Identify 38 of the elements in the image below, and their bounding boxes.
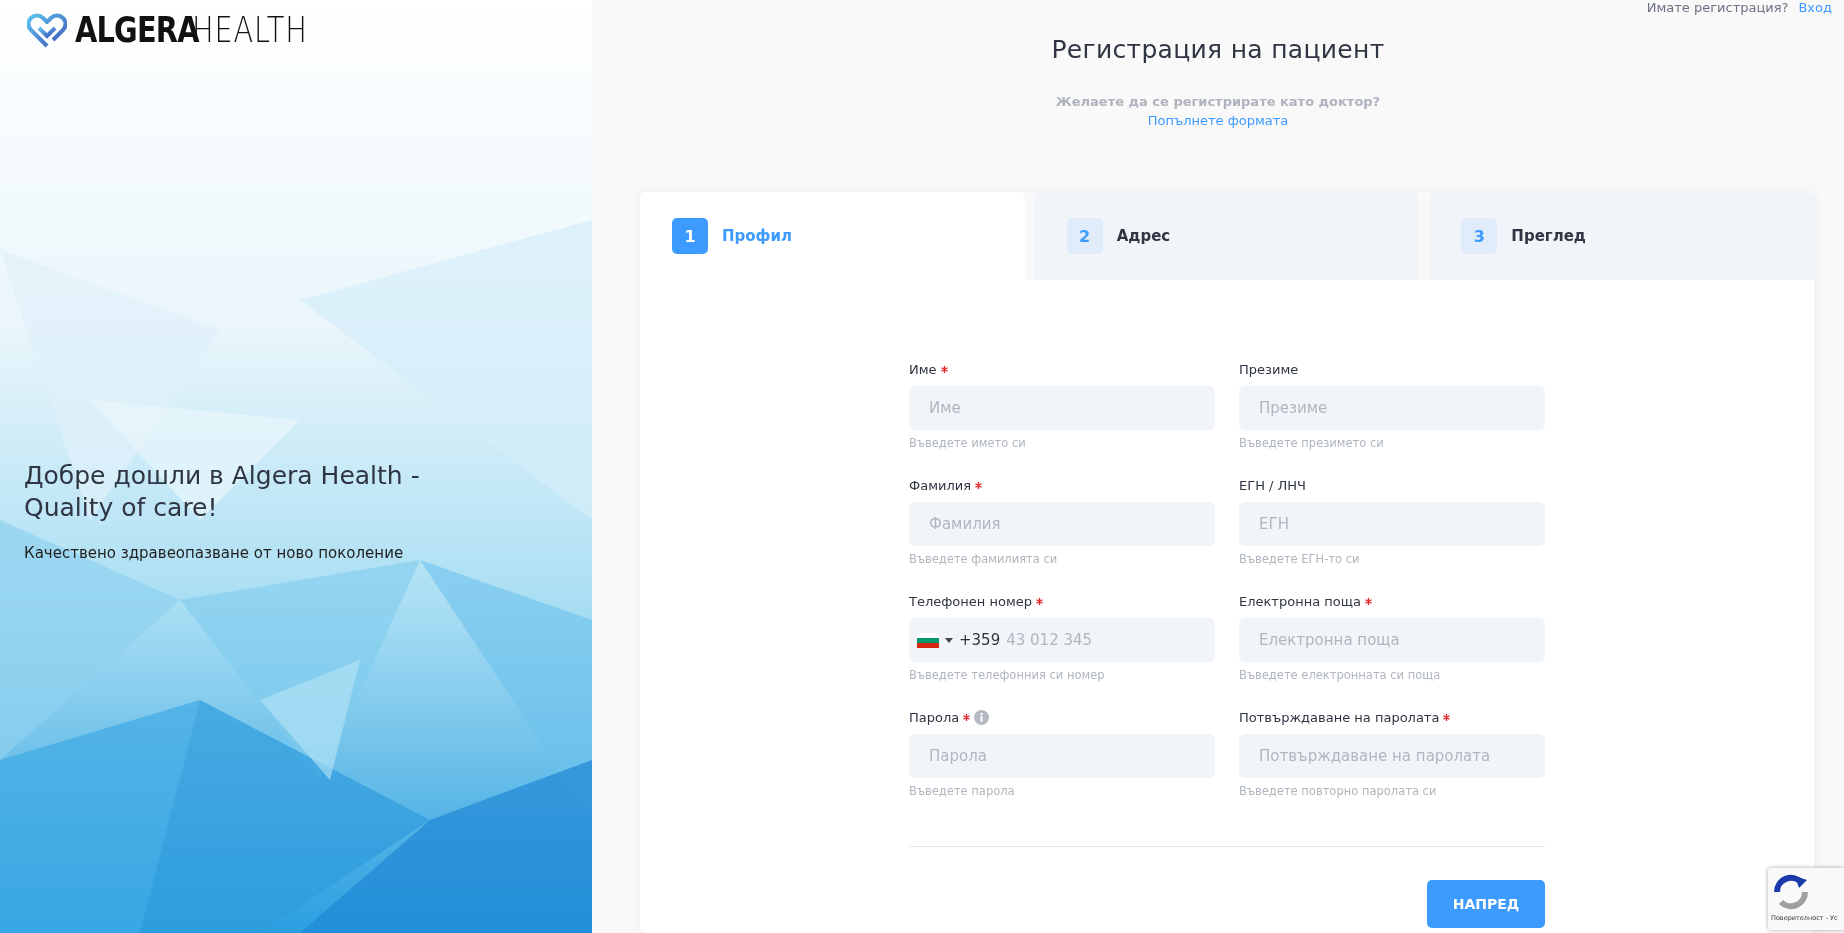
- flag-icon[interactable]: [917, 632, 939, 648]
- text-field[interactable]: Парола: [909, 734, 1215, 778]
- text-field[interactable]: ЕГН: [1239, 502, 1545, 546]
- field-label: Телефонен номер: [909, 593, 1032, 609]
- phone-number-input[interactable]: 43 012 345: [1006, 620, 1207, 660]
- caret-icon[interactable]: [945, 637, 953, 643]
- field-label: ЕГН / ЛНЧ: [1239, 477, 1307, 493]
- heart-logo-icon: [27, 12, 67, 48]
- field-hint: Въведете ЕГН-то си: [1239, 552, 1361, 566]
- step-tab[interactable]: 2 Адрес: [1034, 192, 1420, 280]
- step-tab[interactable]: 3 Преглед: [1429, 192, 1814, 280]
- field-hint: Въведете телефонния си номер: [909, 668, 1106, 682]
- page-title: Регистрация на пациент: [1050, 35, 1386, 64]
- doctor-question: Желаете да се регистрирате като доктор?: [1055, 94, 1381, 109]
- dial-code: +359: [959, 631, 1001, 649]
- text-field[interactable]: Презиме: [1239, 386, 1545, 430]
- text-field[interactable]: Електронна поща: [1239, 618, 1545, 662]
- field-label: Електронна поща: [1239, 593, 1361, 609]
- field-hint: Въведете името си: [909, 436, 1027, 450]
- account-question: Имате регистрация?: [1646, 0, 1789, 15]
- welcome-heading: Добре дошли в Algera Health - Quality of care!: [24, 460, 421, 524]
- field-hint: Въведете електронната си поща: [1239, 668, 1442, 682]
- field-hint: Въведете презимето си: [1239, 436, 1385, 450]
- welcome-subheading: Качествено здравеопазване от ново поколение: [24, 544, 405, 562]
- field-label: Фамилия: [909, 477, 971, 493]
- field-hint: Въведете фамилията си: [909, 552, 1059, 566]
- field-label: Име: [909, 361, 937, 377]
- text-field[interactable]: Потвърждаване на паролата: [1239, 734, 1545, 778]
- text-field[interactable]: Име: [909, 386, 1215, 430]
- field-hint: Въведете парола: [909, 784, 1016, 798]
- recaptcha-icon[interactable]: [1771, 874, 1811, 910]
- field-label: Парола: [909, 709, 960, 725]
- text-field[interactable]: Фамилия: [909, 502, 1215, 546]
- field-label: Презиме: [1239, 361, 1299, 377]
- phone-field[interactable]: +359 43 012 345: [909, 618, 1215, 662]
- field-label: Потвърждаване на паролата: [1239, 709, 1440, 725]
- logo-text: ALGERAHEALTH: [75, 12, 309, 48]
- field-hint: Въведете повторно паролата си: [1239, 784, 1438, 798]
